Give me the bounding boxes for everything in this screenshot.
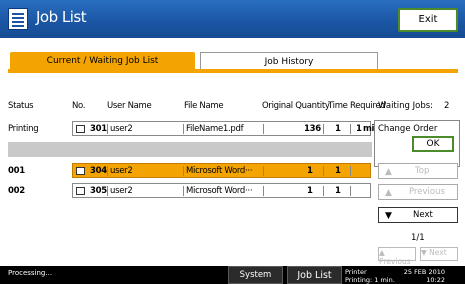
user-name: user2 bbox=[110, 124, 133, 134]
change-order-label: Change Order bbox=[378, 124, 438, 134]
header-no: No. bbox=[72, 101, 86, 111]
header-status: Status bbox=[8, 101, 34, 111]
tab-job-history[interactable]: Job History bbox=[200, 52, 378, 70]
header-user-name: User Name bbox=[107, 101, 152, 111]
ok-button[interactable]: OK bbox=[412, 136, 454, 152]
printer-icon bbox=[76, 167, 85, 175]
next-button[interactable]: ▼ Next bbox=[378, 207, 458, 223]
top-button[interactable]: ▲ Top bbox=[378, 163, 458, 179]
up-arrow-icon: ▲ bbox=[385, 167, 392, 177]
time-display: 10:22 bbox=[426, 276, 445, 284]
divider bbox=[263, 186, 264, 196]
printer-status: Printer Printing: 1 min. bbox=[345, 268, 395, 284]
up-arrow-icon: ▲ bbox=[385, 188, 392, 198]
user-name: user2 bbox=[110, 166, 133, 176]
tab-current-waiting[interactable]: Current / Waiting Job List bbox=[10, 52, 195, 70]
quantity: 1 bbox=[335, 166, 341, 176]
date-display: 25 FEB 2010 bbox=[403, 268, 445, 276]
page-next-button[interactable]: ▼ Next bbox=[420, 247, 458, 261]
waiting-jobs-count: 2 bbox=[444, 101, 450, 111]
next-button-label: Next bbox=[413, 210, 433, 220]
printer-icon bbox=[76, 187, 85, 195]
divider bbox=[263, 124, 264, 134]
divider bbox=[350, 166, 351, 176]
divider bbox=[263, 166, 264, 176]
header-time-required: Time Required bbox=[328, 101, 386, 111]
status-message: Processing... bbox=[8, 269, 53, 277]
file-name: Microsoft Word··· bbox=[186, 186, 253, 196]
down-arrow-icon: ▼ bbox=[385, 211, 392, 221]
original-count: 1 bbox=[307, 186, 313, 196]
row-status: 001 bbox=[8, 166, 25, 176]
original-count: 1 bbox=[307, 166, 313, 176]
job-list-button[interactable]: Job List bbox=[287, 266, 342, 284]
divider bbox=[350, 186, 351, 196]
quantity: 1 bbox=[335, 124, 341, 134]
header-file-name: File Name bbox=[184, 101, 224, 111]
quantity: 1 bbox=[335, 186, 341, 196]
tab-strip: Current / Waiting Job List Job History bbox=[8, 52, 458, 70]
tab-underline bbox=[8, 69, 458, 73]
page-indicator: 1/1 bbox=[411, 233, 425, 243]
divider bbox=[183, 124, 184, 134]
printer-status-detail: Printing: 1 min. bbox=[345, 276, 395, 284]
page-previous-button[interactable]: ▲ Previous bbox=[378, 247, 416, 266]
up-arrow-icon: ▲ bbox=[379, 248, 385, 257]
table-row[interactable]: 305 user2 Microsoft Word··· 1 1 bbox=[72, 183, 371, 198]
divider bbox=[183, 186, 184, 196]
user-name: user2 bbox=[110, 186, 133, 196]
job-list-icon bbox=[8, 8, 28, 30]
printer-icon bbox=[76, 125, 85, 133]
job-number: 305 bbox=[90, 186, 107, 196]
job-number: 304 bbox=[90, 166, 107, 176]
waiting-jobs-label: Waiting Jobs: bbox=[378, 101, 434, 111]
row-status: 002 bbox=[8, 186, 25, 196]
previous-button[interactable]: ▲ Previous bbox=[378, 184, 458, 200]
page-title: Job List bbox=[36, 8, 87, 26]
page-previous-label: Previous bbox=[379, 257, 411, 266]
divider bbox=[183, 166, 184, 176]
top-button-label: Top bbox=[415, 166, 430, 176]
divider bbox=[323, 166, 324, 176]
previous-button-label: Previous bbox=[409, 187, 445, 197]
divider bbox=[350, 124, 351, 134]
divider bbox=[107, 166, 108, 176]
divider bbox=[107, 186, 108, 196]
system-status-button[interactable]: System Status bbox=[228, 266, 283, 284]
file-name: FileName1.pdf bbox=[186, 124, 244, 134]
file-name: Microsoft Word··· bbox=[186, 166, 253, 176]
date-time: 25 FEB 2010 10:22 bbox=[397, 268, 445, 284]
original-count: 136 bbox=[304, 124, 321, 134]
divider bbox=[323, 124, 324, 134]
job-number: 301 bbox=[90, 124, 107, 134]
divider bbox=[107, 124, 108, 134]
table-row[interactable]: 301 user2 FileName1.pdf 136 1 1 min. bbox=[72, 121, 383, 136]
divider bbox=[323, 186, 324, 196]
empty-row bbox=[8, 142, 372, 157]
time-required: 1 bbox=[356, 124, 362, 134]
header-original-quantity: Original Quantity bbox=[262, 101, 330, 111]
printer-status-label: Printer bbox=[345, 268, 367, 276]
exit-button[interactable]: Exit bbox=[398, 8, 458, 32]
down-arrow-icon: ▼ bbox=[421, 248, 427, 257]
page-next-label: Next bbox=[429, 248, 447, 257]
row-status: Printing bbox=[8, 124, 39, 134]
table-row[interactable]: 304 user2 Microsoft Word··· 1 1 bbox=[72, 163, 371, 178]
